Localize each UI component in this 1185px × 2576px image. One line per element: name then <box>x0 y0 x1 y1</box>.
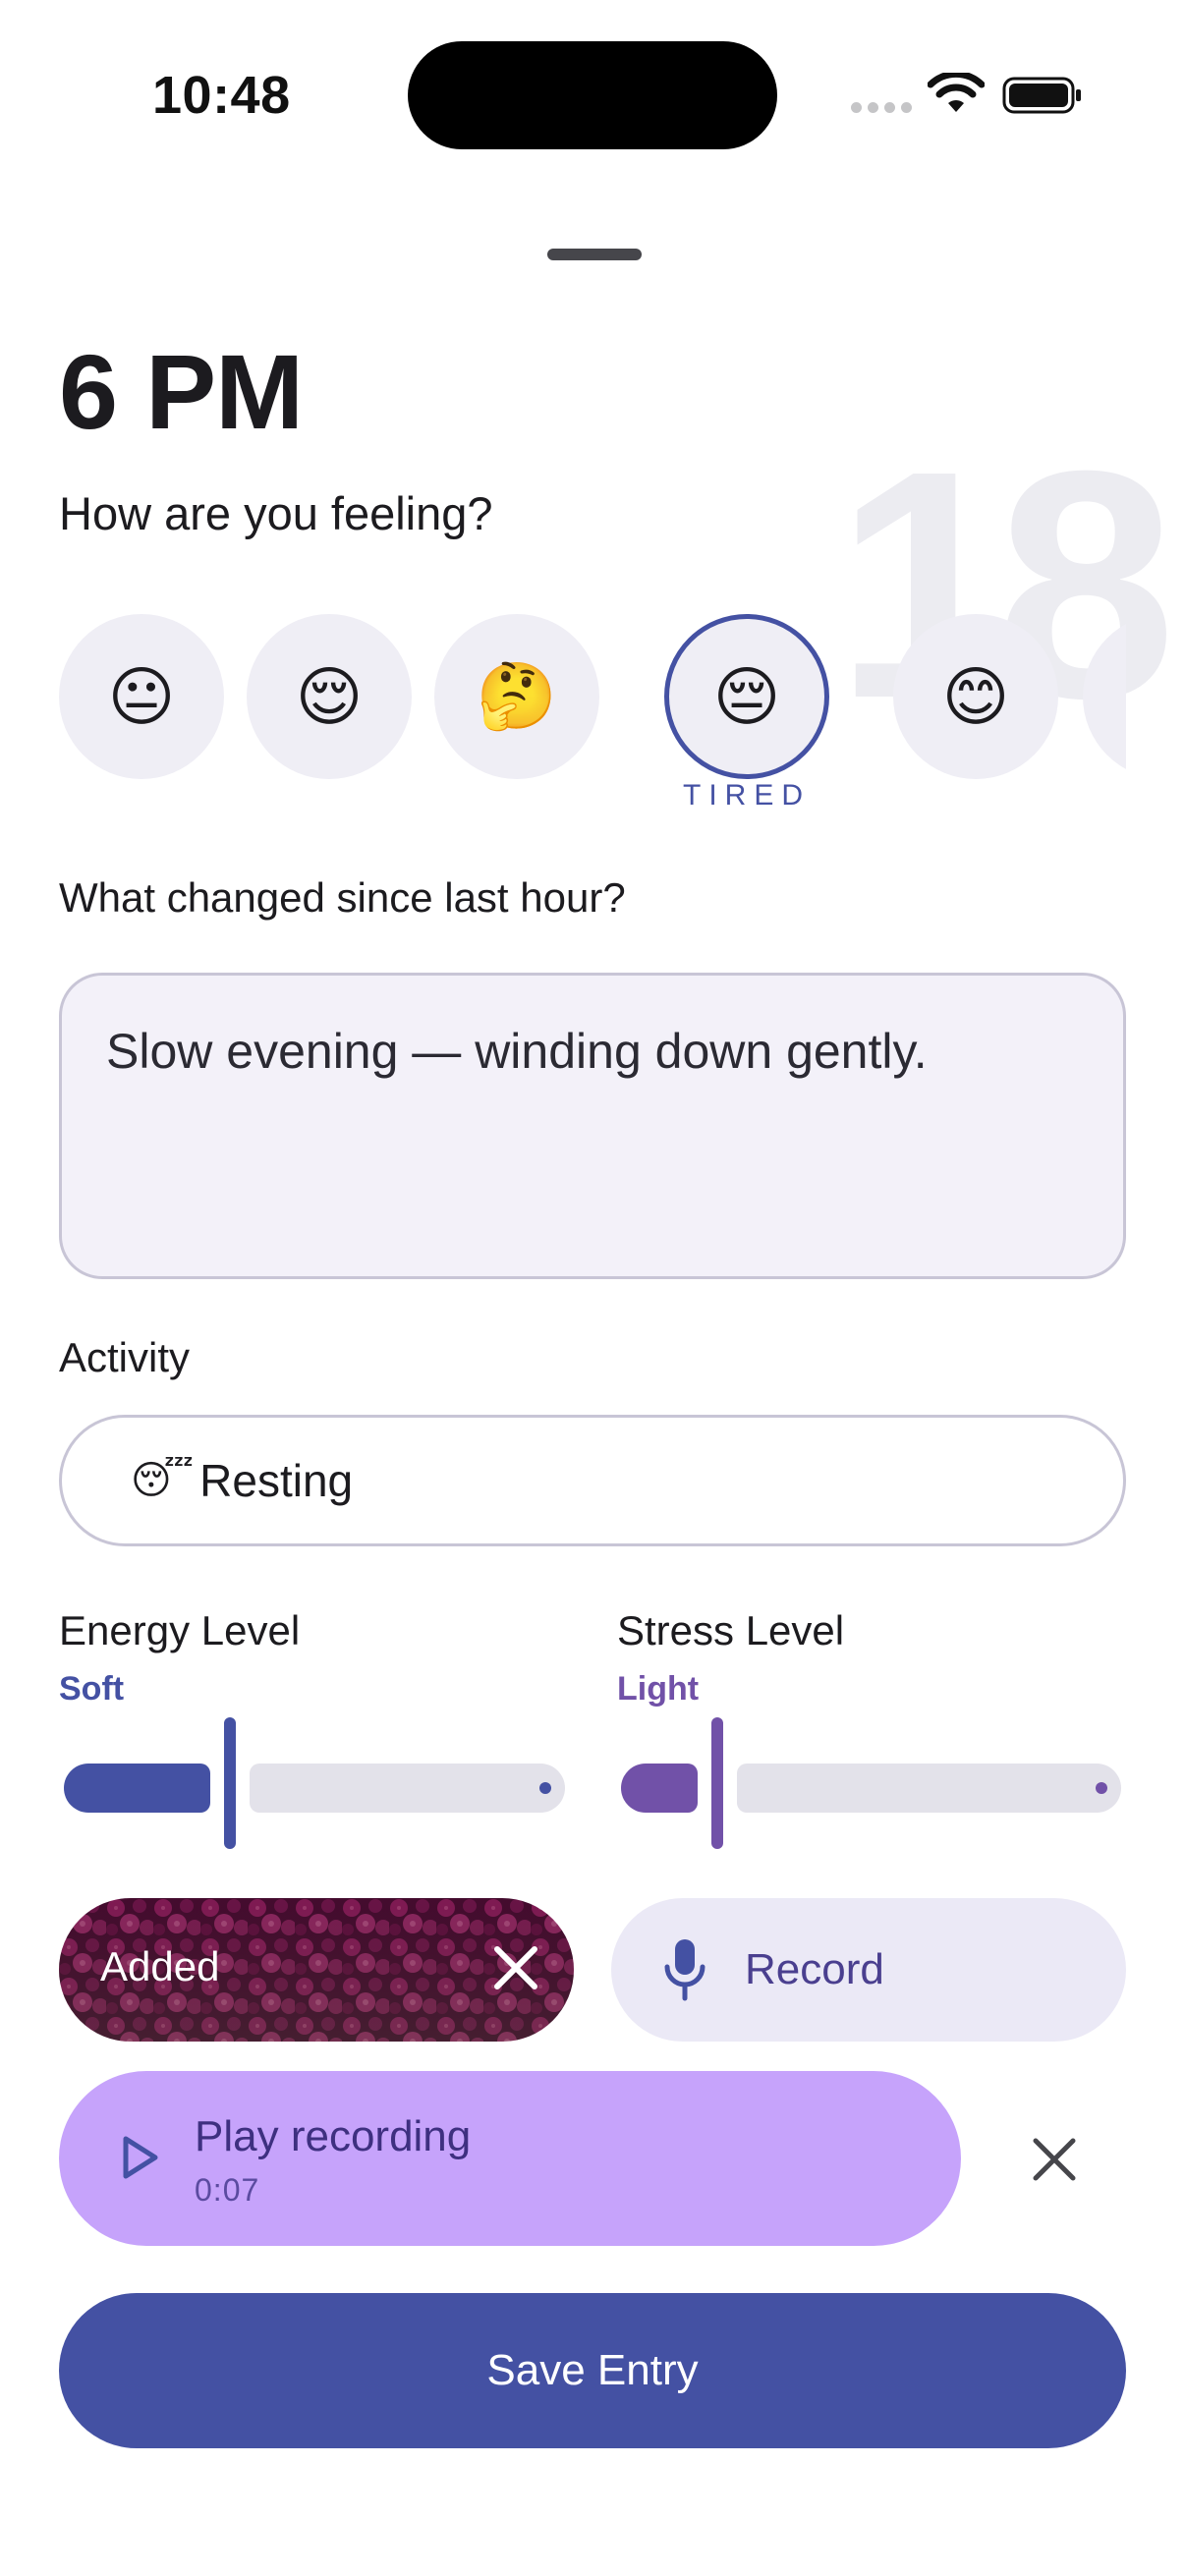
page-title: 6 PM <box>59 332 304 451</box>
relieved-face-icon: 😌 <box>295 659 364 733</box>
dynamic-island <box>408 41 777 149</box>
stress-slider[interactable] <box>621 1717 1121 1849</box>
sleeping-face-icon: 😴 <box>131 1459 195 1502</box>
record-label: Record <box>745 1945 884 1993</box>
energy-slider-fill <box>64 1764 210 1813</box>
mood-option-smiling[interactable]: 😊 <box>893 614 1058 779</box>
record-button[interactable]: Record <box>611 1898 1126 2042</box>
energy-slider-track <box>250 1764 565 1813</box>
energy-slider-thumb[interactable] <box>224 1717 236 1849</box>
energy-slider-end-dot <box>539 1782 551 1794</box>
mood-selected-label: TIRED <box>683 779 811 812</box>
change-note-text: Slow evening — winding down gently. <box>106 1024 928 1079</box>
activity-field[interactable]: 😴 Resting <box>59 1415 1126 1546</box>
recording-duration: 0:07 <box>195 2172 260 2208</box>
smiling-face-icon: 😊 <box>941 659 1010 733</box>
stress-label: Stress Level <box>617 1607 845 1653</box>
photo-attachment-chip[interactable]: Added <box>59 1898 574 2042</box>
stress-slider-fill <box>621 1764 698 1813</box>
stress-slider-end-dot <box>1096 1782 1107 1794</box>
save-entry-button[interactable]: Save Entry <box>59 2293 1126 2448</box>
save-entry-label: Save Entry <box>486 2346 699 2394</box>
neutral-face-icon: 😐 <box>107 659 176 733</box>
cellular-signal-icon <box>851 102 912 113</box>
energy-label: Energy Level <box>59 1607 301 1653</box>
sheet-grabber[interactable] <box>547 249 642 260</box>
play-recording-label: Play recording <box>195 2112 472 2160</box>
mood-option-neutral[interactable]: 😐 <box>59 614 224 779</box>
photo-added-label: Added <box>100 1943 220 1989</box>
pensive-face-icon: 😔 <box>712 659 781 733</box>
energy-slider[interactable] <box>64 1717 565 1849</box>
status-time: 10:48 <box>152 66 291 125</box>
activity-value: Resting <box>199 1455 354 1506</box>
status-bar: 10:48 <box>0 0 1185 196</box>
delete-recording-icon[interactable] <box>1022 2127 1087 2192</box>
mood-option-thinking[interactable]: 🤔 <box>434 614 599 779</box>
activity-label: Activity <box>59 1334 191 1380</box>
stress-value: Light <box>617 1670 700 1708</box>
thinking-face-icon: 🤔 <box>476 659 558 732</box>
energy-value: Soft <box>59 1670 125 1708</box>
mood-question: How are you feeling? <box>59 487 493 539</box>
battery-icon <box>1002 77 1081 114</box>
mood-picker: 😐 😌 🤔 😔 TIRED 😊 <box>59 614 1126 820</box>
stress-slider-track <box>737 1764 1121 1813</box>
mood-option-partial[interactable] <box>1083 614 1126 779</box>
microphone-icon <box>664 1939 705 2001</box>
wifi-icon <box>928 73 985 112</box>
stress-slider-thumb[interactable] <box>711 1717 723 1849</box>
remove-photo-icon[interactable] <box>483 1935 548 2000</box>
mood-option-relieved[interactable]: 😌 <box>247 614 412 779</box>
play-recording-button[interactable]: Play recording 0:07 <box>59 2071 961 2246</box>
change-question: What changed since last hour? <box>59 874 626 921</box>
mood-option-tired[interactable]: 😔 <box>664 614 829 779</box>
play-icon <box>123 2136 158 2179</box>
change-note-field[interactable]: Slow evening — winding down gently. <box>59 973 1126 1279</box>
